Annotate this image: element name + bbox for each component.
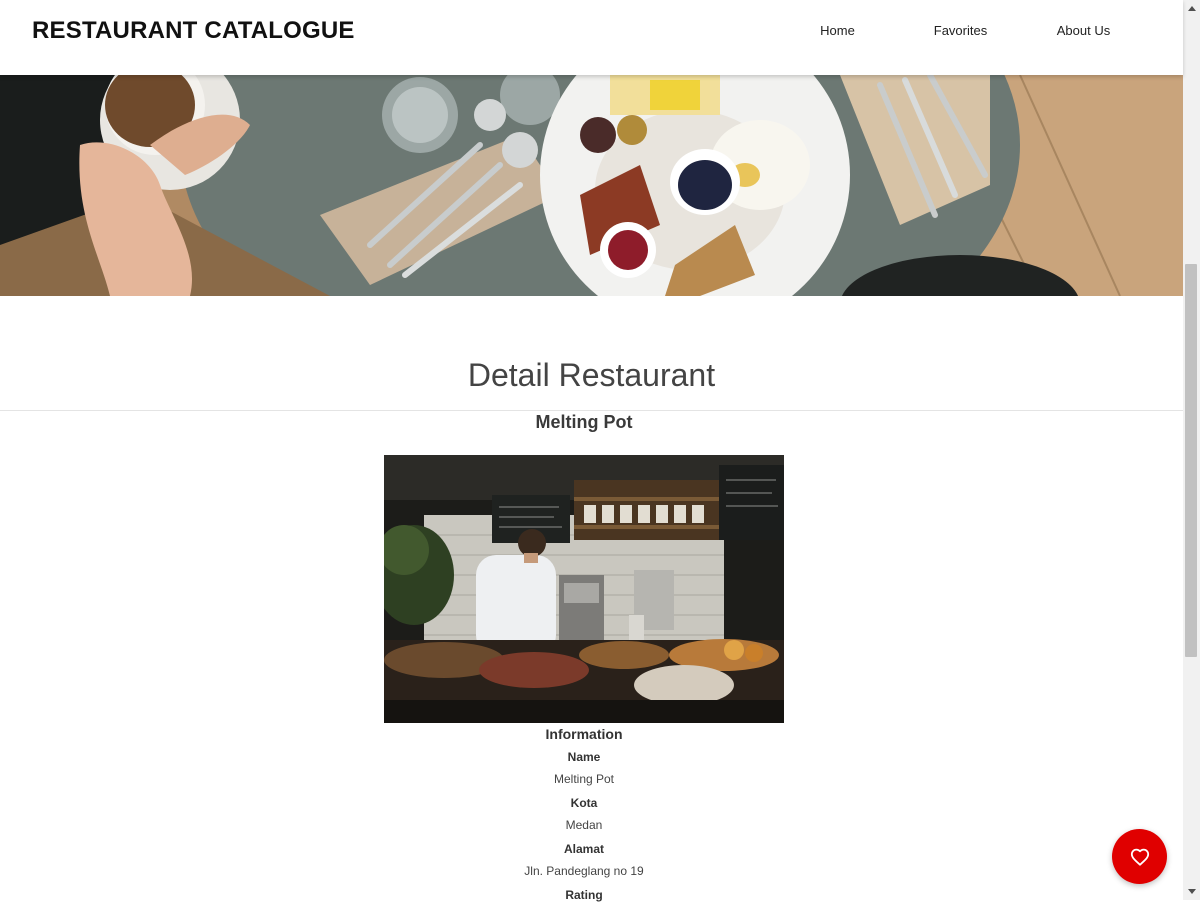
information-title: Information xyxy=(545,726,623,742)
info-label-alamat: Alamat xyxy=(563,842,604,856)
favorite-button[interactable] xyxy=(1112,829,1167,884)
main-nav: Home Favorites About Us xyxy=(776,0,1145,62)
nav-home-link[interactable]: Home xyxy=(776,0,899,62)
hero-image xyxy=(0,75,1183,296)
brand-title: RESTAURANT CATALOGUE xyxy=(32,17,355,44)
info-label-rating: Rating xyxy=(565,888,603,902)
restaurant-name: Melting Pot xyxy=(535,412,633,432)
app-header: RESTAURANT CATALOGUE Home Favorites Abou… xyxy=(0,0,1183,75)
scroll-thumb[interactable] xyxy=(1185,264,1197,657)
restaurant-photo xyxy=(384,455,784,723)
hero-breakfast-illustration xyxy=(0,75,1183,296)
scroll-up-arrow[interactable] xyxy=(1183,0,1200,17)
scroll-down-arrow[interactable] xyxy=(1183,883,1200,900)
page-heading: Detail Restaurant xyxy=(467,357,716,393)
nav-favorites-link[interactable]: Favorites xyxy=(899,0,1022,62)
info-label-name: Name xyxy=(567,750,601,764)
heart-icon xyxy=(1130,848,1149,866)
info-label-kota: Kota xyxy=(570,796,598,810)
information-section: Information Name Melting Pot Kota Medan … xyxy=(384,724,784,906)
restaurant-kitchen-illustration xyxy=(384,455,784,723)
info-value-name: Melting Pot xyxy=(553,772,615,786)
info-value-kota: Medan xyxy=(565,818,603,832)
nav-about-link[interactable]: About Us xyxy=(1022,0,1145,62)
page-scrollbar[interactable] xyxy=(1183,0,1200,900)
info-value-alamat: Jln. Pandeglang no 19 xyxy=(524,864,644,878)
